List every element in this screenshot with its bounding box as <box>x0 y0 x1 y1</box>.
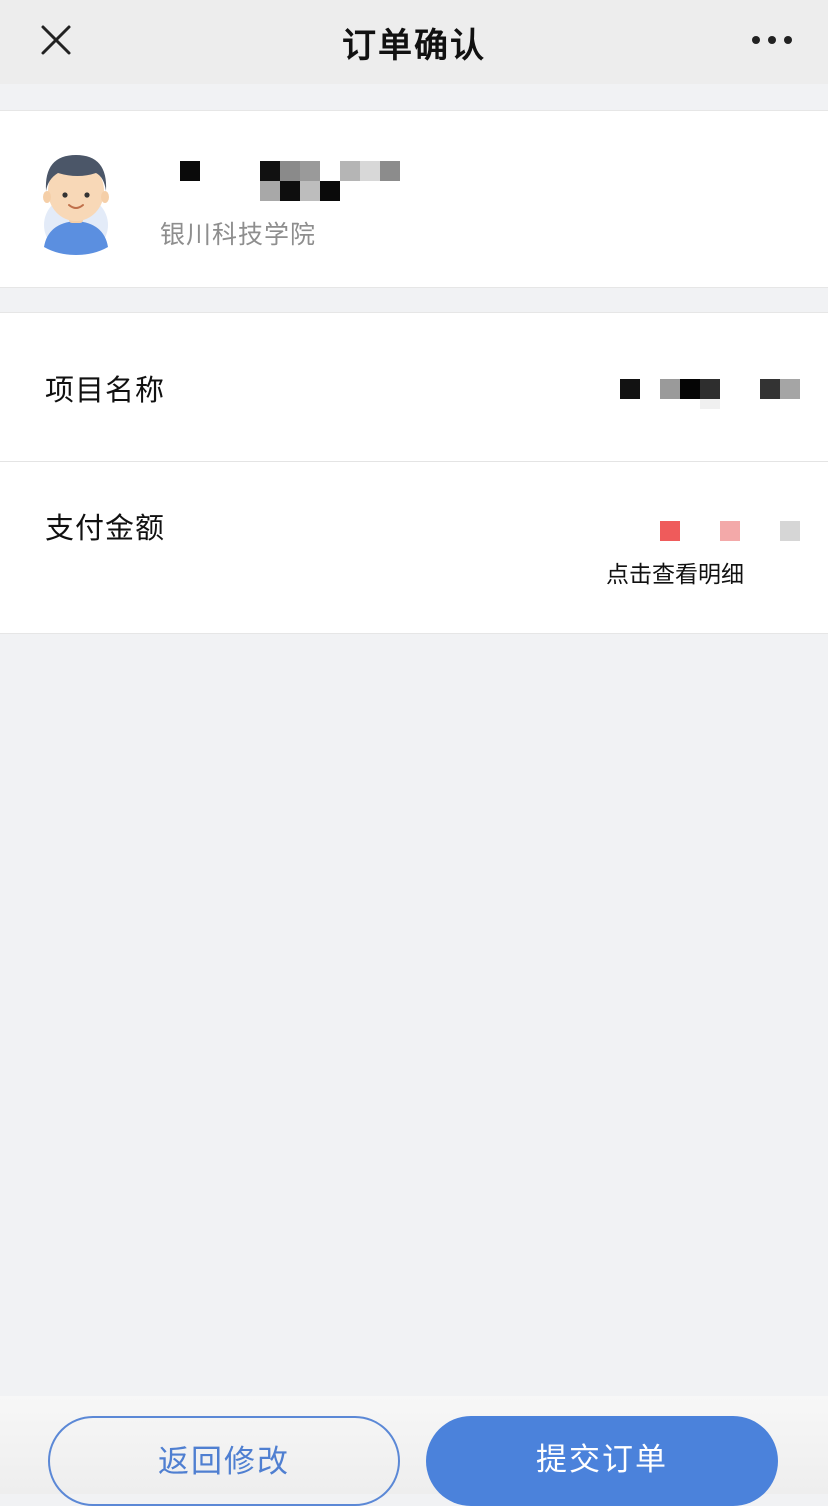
submit-order-button[interactable]: 提交订单 <box>426 1416 778 1506</box>
row-divider <box>0 461 828 462</box>
view-details-link[interactable]: 点击查看明细 <box>606 555 744 589</box>
bottom-action-bar: 返回修改 提交订单 <box>0 1396 828 1506</box>
project-name-label: 项目名称 <box>45 373 166 407</box>
user-name-obscured <box>160 161 420 203</box>
page-title: 订单确认 <box>342 26 486 66</box>
back-edit-button[interactable]: 返回修改 <box>48 1416 400 1506</box>
user-card: 银川科技学院 <box>0 110 828 288</box>
project-name-value-obscured <box>580 379 802 411</box>
avatar <box>43 155 109 255</box>
school-name: 银川科技学院 <box>160 220 317 249</box>
payment-amount-label: 支付金额 <box>45 511 166 545</box>
more-icon[interactable] <box>750 28 794 52</box>
payment-amount-value-obscured <box>620 519 802 543</box>
order-info-list: 项目名称 支付金额 点击查看明细 <box>0 312 828 634</box>
nav-bar: 订单确认 <box>0 0 828 84</box>
